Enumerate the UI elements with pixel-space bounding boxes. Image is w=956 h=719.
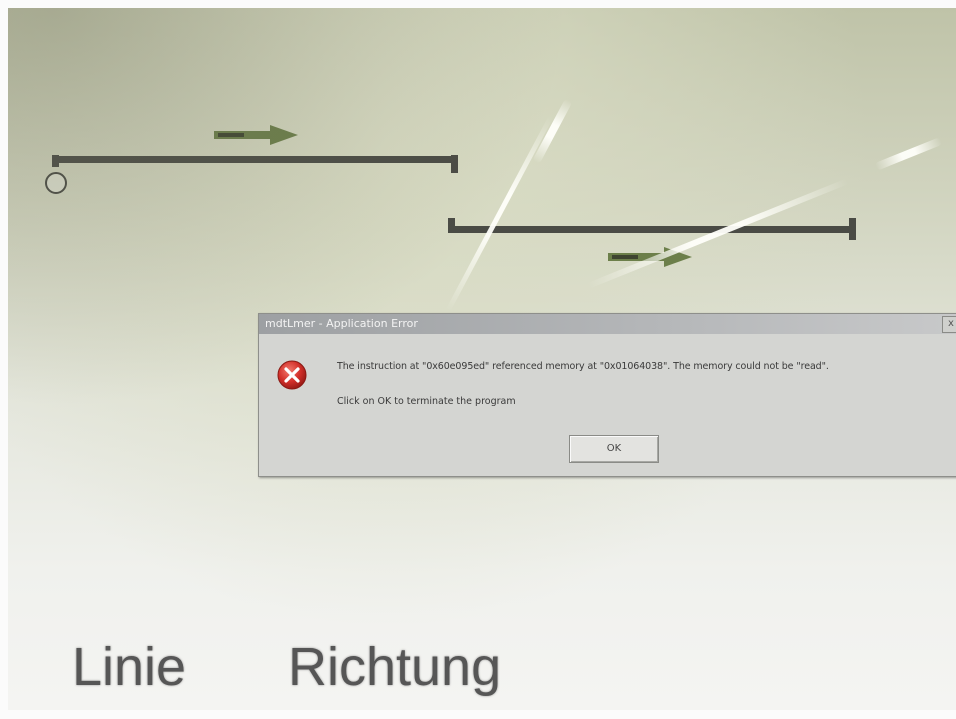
photo-frame: mdtLmer - Application Error x The instru… xyxy=(0,0,956,719)
label-line: Linie xyxy=(72,637,187,697)
route-line-lower-end-cap xyxy=(849,218,856,240)
direction-arrow-icon-upper xyxy=(214,125,298,145)
route-line-upper-end-cap xyxy=(451,155,458,173)
dialog-message: The instruction at "0x60e095ed" referenc… xyxy=(337,361,829,372)
monitor-screen: mdtLmer - Application Error x The instru… xyxy=(8,8,956,710)
route-line-upper xyxy=(52,155,458,173)
glare-streak-2 xyxy=(532,98,573,164)
glare-streak-1 xyxy=(445,115,554,312)
error-dialog: mdtLmer - Application Error x The instru… xyxy=(258,313,956,477)
stop-circle-icon xyxy=(45,172,67,194)
glare-streak-4 xyxy=(874,137,943,171)
dialog-titlebar[interactable]: mdtLmer - Application Error x xyxy=(259,314,956,334)
dialog-title: mdtLmer - Application Error xyxy=(265,317,418,330)
label-direction: Richtung xyxy=(288,637,502,697)
ok-button[interactable]: OK xyxy=(569,435,659,463)
route-line-upper-start-cap xyxy=(52,155,59,167)
glare-streak-3 xyxy=(586,178,849,289)
route-line-lower xyxy=(448,218,856,240)
error-icon xyxy=(277,360,307,390)
close-button[interactable]: x xyxy=(942,316,956,333)
footer-labels: Linie Richtung xyxy=(8,616,956,710)
dialog-hint: Click on OK to terminate the program xyxy=(337,396,516,407)
route-line-lower-start-cap xyxy=(448,218,455,233)
